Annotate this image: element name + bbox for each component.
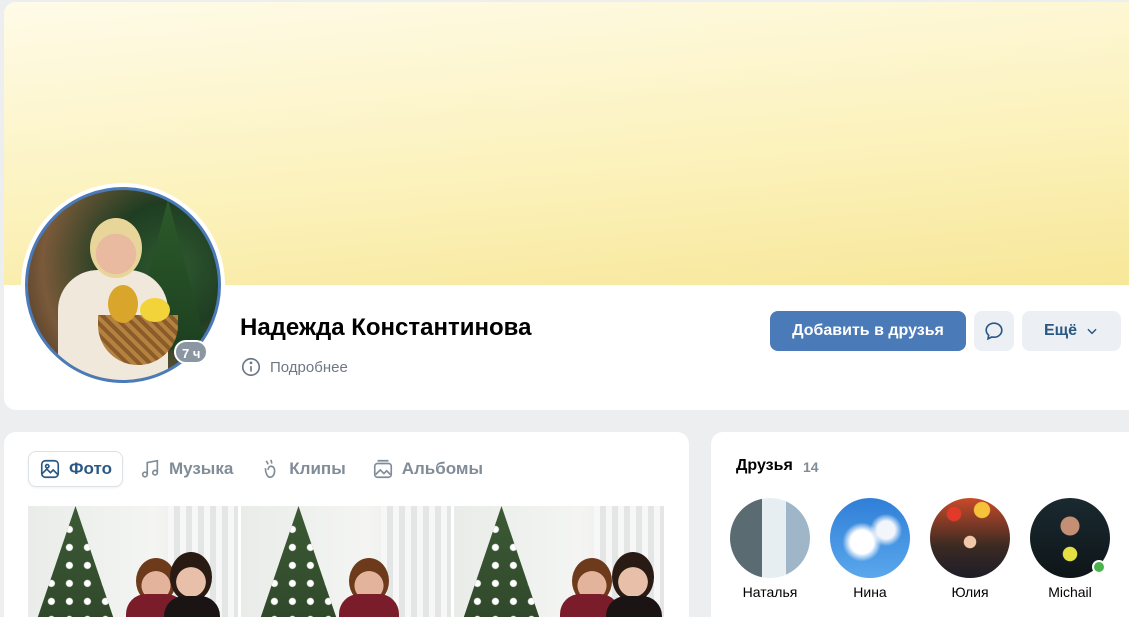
profile-card: 7 ч Надежда Константинова Подробнее Доба… <box>4 2 1129 410</box>
info-icon <box>241 357 261 377</box>
photo-thumbnail[interactable] <box>454 506 664 617</box>
friend-name: Нина <box>853 584 887 600</box>
tab-albums-label: Альбомы <box>401 459 483 478</box>
tab-music-label: Музыка <box>168 459 234 478</box>
tab-music[interactable]: Музыка <box>129 451 243 487</box>
music-note-icon <box>141 459 159 478</box>
message-button[interactable] <box>974 311 1014 351</box>
profile-name: Надежда Константинова <box>240 314 532 341</box>
photo-thumbnail[interactable] <box>28 506 238 617</box>
tab-photo-label: Фото <box>69 459 112 478</box>
image-icon <box>40 459 60 479</box>
friend-item[interactable]: Michail <box>1030 498 1110 600</box>
friend-name: Michail <box>1048 584 1092 600</box>
message-icon <box>985 322 1003 341</box>
details-label: Подробнее <box>270 358 348 376</box>
more-button[interactable]: Ещё <box>1022 311 1121 351</box>
friend-avatar[interactable] <box>1030 498 1110 578</box>
friends-count: 14 <box>803 459 819 475</box>
tab-photo[interactable]: Фото <box>28 451 123 487</box>
albums-icon <box>373 459 392 479</box>
friend-name: Наталья <box>742 584 798 600</box>
tab-clips-label: Клипы <box>289 459 346 478</box>
tab-albums[interactable]: Альбомы <box>362 451 493 487</box>
last-seen-badge: 7 ч <box>174 340 209 364</box>
online-indicator <box>1092 560 1106 574</box>
friend-item[interactable]: Юлия <box>930 498 1010 600</box>
friend-item[interactable]: Наталья <box>730 498 810 600</box>
friend-item[interactable]: Нина <box>830 498 910 600</box>
details-link[interactable]: Подробнее <box>240 356 348 378</box>
friends-title[interactable]: Друзья <box>736 457 793 475</box>
photo-thumbnail[interactable] <box>241 506 451 617</box>
friend-avatar[interactable] <box>730 498 810 578</box>
more-label: Ещё <box>1043 322 1078 339</box>
tab-clips[interactable]: Клипы <box>249 451 355 487</box>
chevron-down-icon <box>1087 328 1097 335</box>
friends-card: Друзья 14 Наталья Нина Юлия Michail <box>711 432 1129 617</box>
media-card: Фото Музыка Клипы Альбомы <box>4 432 689 617</box>
media-tabs: Фото Музыка Клипы Альбомы <box>28 451 493 487</box>
add-friend-button[interactable]: Добавить в друзья <box>770 311 966 351</box>
photo-grid <box>28 506 664 617</box>
clips-icon <box>264 459 276 479</box>
friend-avatar[interactable] <box>830 498 910 578</box>
friend-name: Юлия <box>951 584 989 600</box>
friend-avatar[interactable] <box>930 498 1010 578</box>
